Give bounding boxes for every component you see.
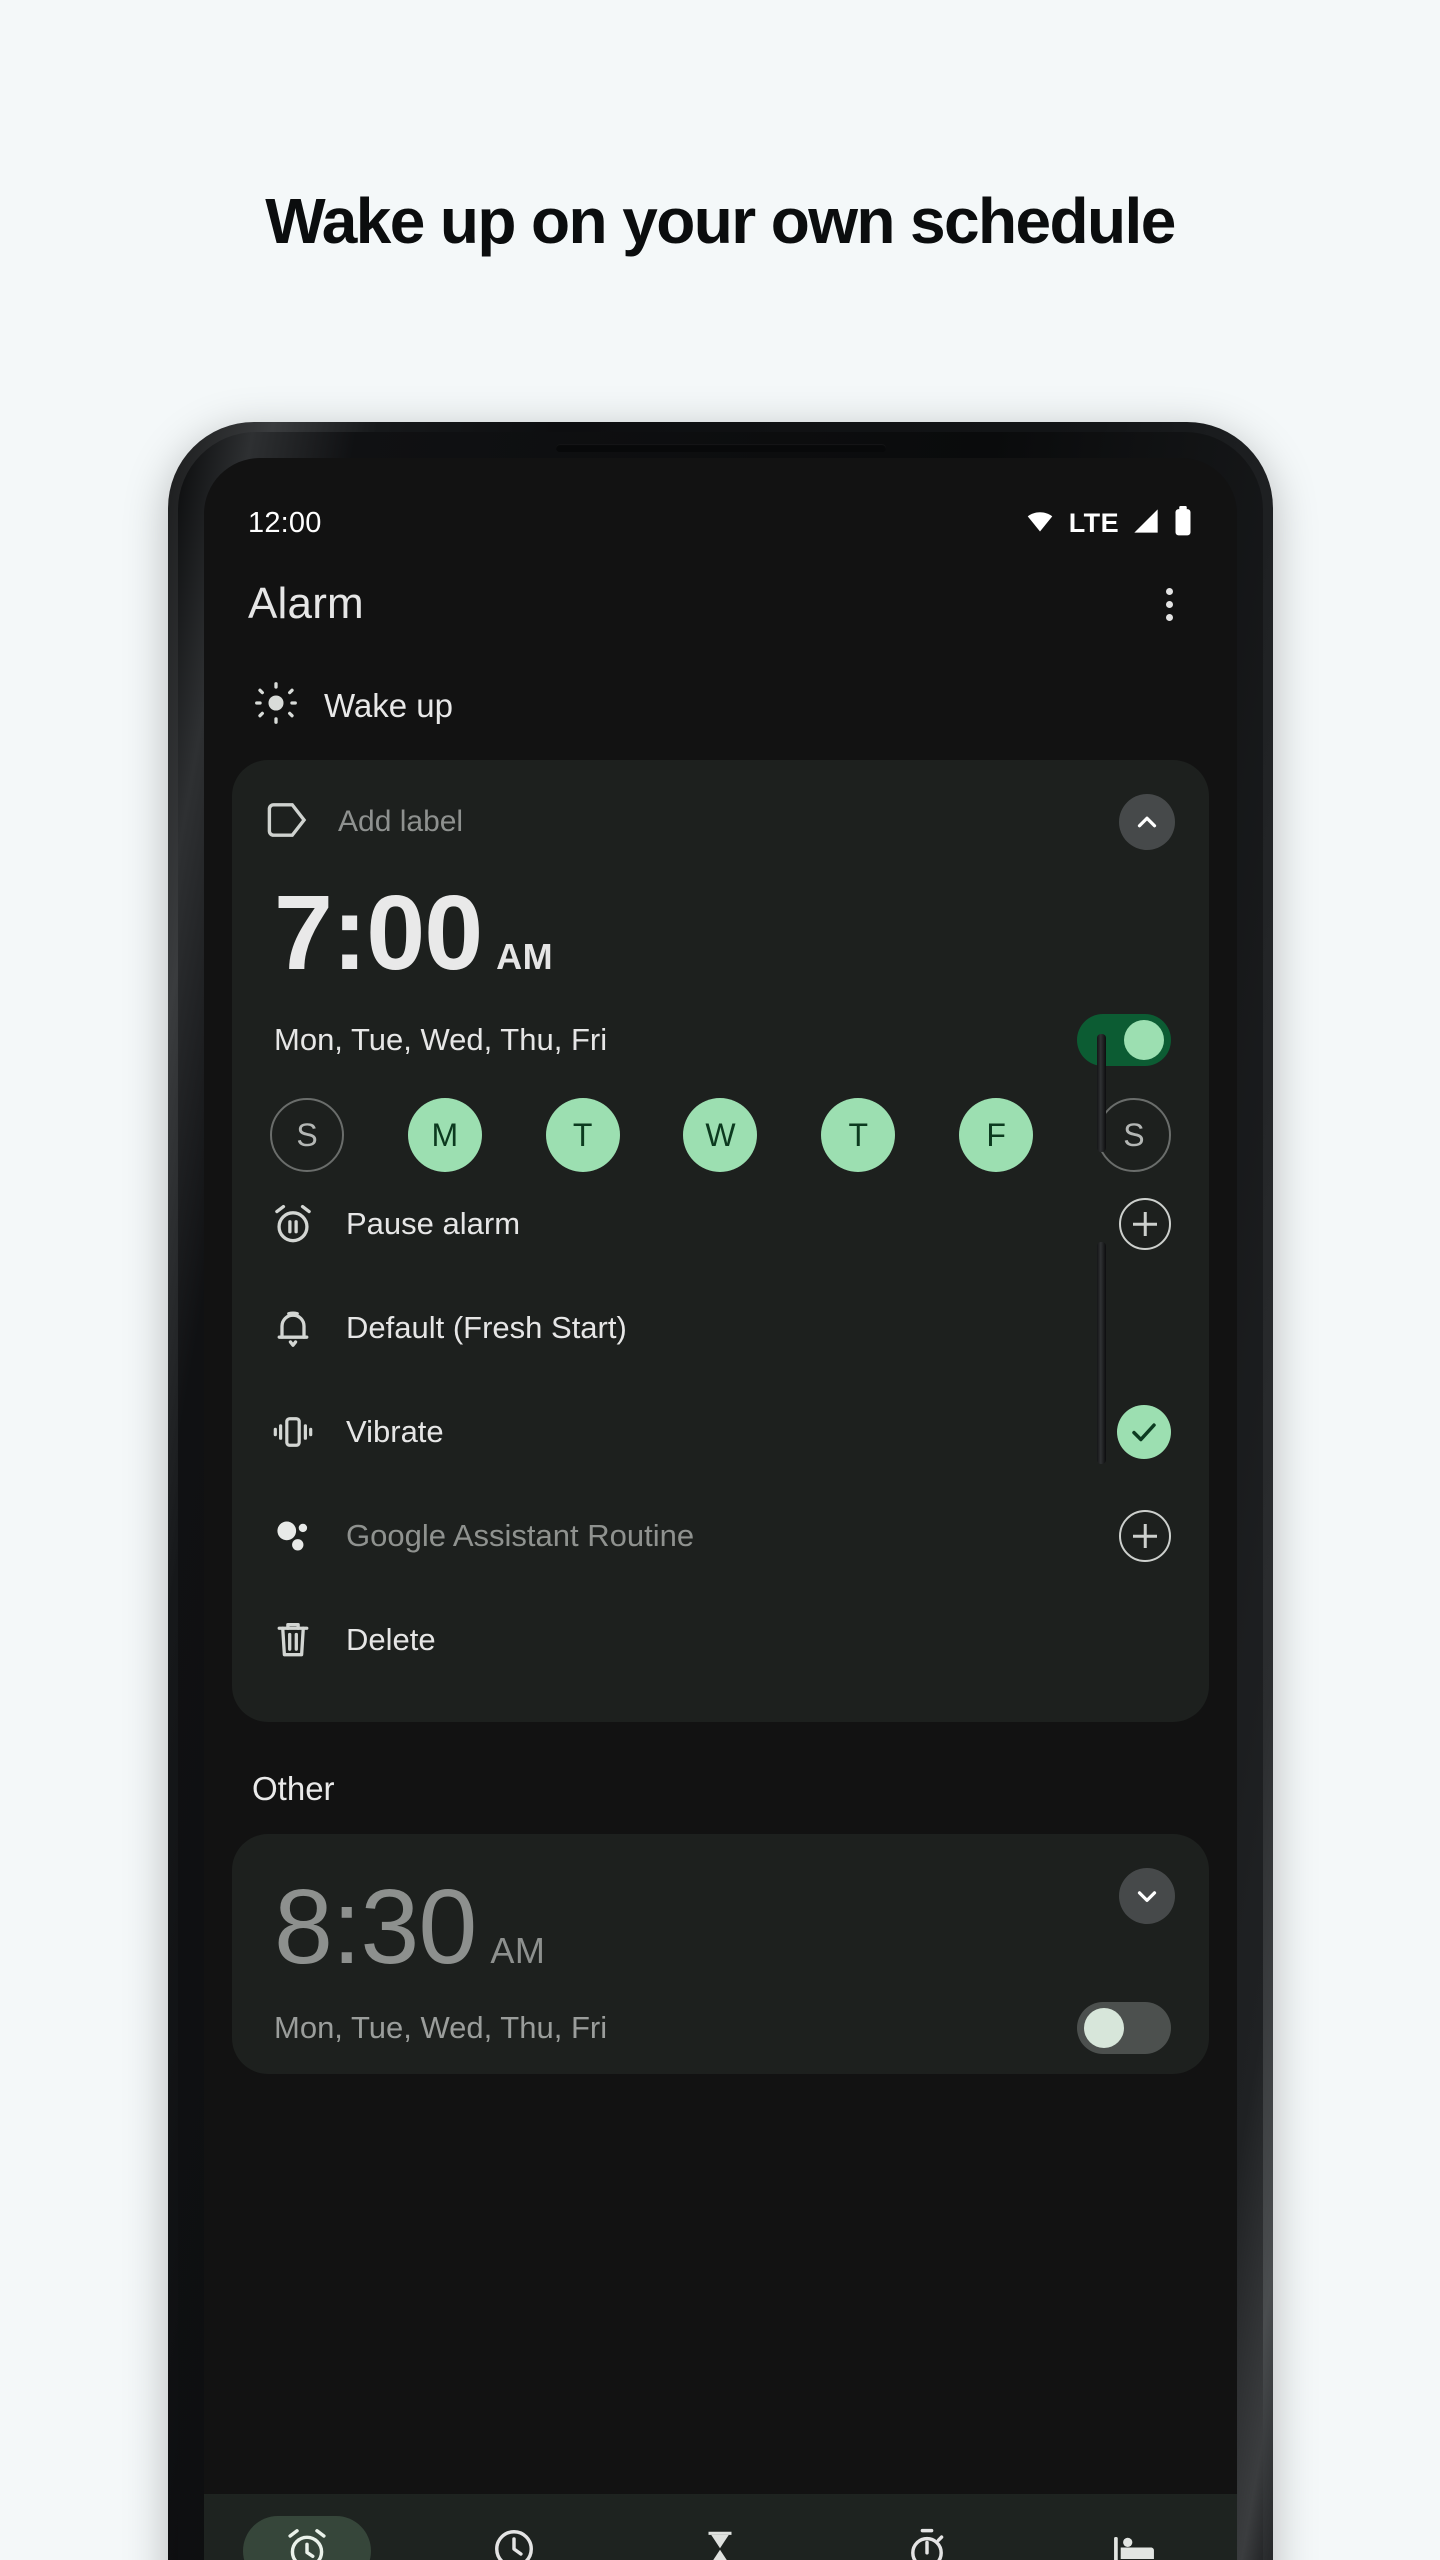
bottom-navigation: Alarm Clock (204, 2494, 1237, 2560)
day-chip-wednesday[interactable]: W (683, 1098, 758, 1172)
option-row-delete[interactable]: Delete (266, 1588, 1175, 1692)
alarm-icon (284, 2526, 330, 2560)
option-label: Pause alarm (346, 1206, 521, 1241)
day-chip-friday[interactable]: F (959, 1098, 1034, 1172)
vibrate-icon (270, 1409, 316, 1455)
option-label: Delete (346, 1622, 436, 1657)
signal-icon (1131, 507, 1161, 540)
nav-item-alarm[interactable]: Alarm (217, 2516, 397, 2560)
clock-icon (491, 2526, 537, 2560)
alarm-time-value: 8:30 (274, 1868, 477, 1986)
option-row-pause-alarm[interactable]: Pause alarm (266, 1172, 1175, 1276)
alarm-enabled-toggle[interactable] (1077, 1014, 1171, 1066)
section-label: Wake up (324, 686, 454, 724)
chevron-down-icon[interactable] (1119, 1868, 1175, 1924)
day-chip-monday[interactable]: M (407, 1098, 482, 1172)
option-row-ringtone[interactable]: Default (Fresh Start) (266, 1276, 1175, 1380)
phone-bezel: 12:00 LTE Alarm Wake up Add label 7:00 A… (178, 432, 1263, 2560)
alarm-collapsed-days-row: Mon, Tue, Wed, Thu, Fri (266, 2002, 1175, 2054)
stopwatch-icon (904, 2526, 950, 2560)
phone-frame: 12:00 LTE Alarm Wake up Add label 7:00 A… (168, 422, 1273, 2560)
alarm-time-ampm: AM (490, 1930, 546, 1971)
nav-item-timer[interactable]: Timer (630, 2516, 810, 2560)
page-title: Wake up on your own schedule (265, 185, 1176, 257)
promo-screenshot: Wake up on your own schedule 12:00 LTE A… (0, 0, 1440, 2560)
network-type: LTE (1068, 508, 1119, 538)
alarm-enabled-toggle[interactable] (1077, 2002, 1171, 2054)
app-bar: Alarm (204, 541, 1237, 629)
alarm-time-value: 7:00 (274, 874, 483, 992)
volume-button[interactable] (1097, 1242, 1106, 1464)
app-title: Alarm (248, 579, 364, 628)
alarm-time-ampm: AM (496, 936, 554, 977)
wifi-icon (1023, 507, 1057, 540)
nav-item-stopwatch[interactable]: Stopwatch (837, 2516, 1017, 2560)
power-button[interactable] (1097, 1034, 1106, 1152)
day-chip-thursday[interactable]: T (821, 1098, 896, 1172)
section-header-wake-up: Wake up (204, 629, 1237, 730)
sun-icon (254, 681, 298, 730)
bell-icon (270, 1305, 316, 1351)
section-header-other: Other (252, 1770, 335, 1807)
vibrate-enabled-check-icon[interactable] (1117, 1405, 1171, 1459)
chevron-up-icon[interactable] (1119, 794, 1175, 850)
nav-item-clock[interactable]: Clock (424, 2516, 604, 2560)
alarm-days-summary-row: Mon, Tue, Wed, Thu, Fri (266, 1014, 1175, 1066)
alarm-collapsed-header: 8:30 AM (266, 1868, 1175, 1980)
option-label: Vibrate (346, 1414, 444, 1449)
alarm-collapsed-time[interactable]: 8:30 AM (266, 1874, 545, 1980)
alarm-days-summary: Mon, Tue, Wed, Thu, Fri (274, 2010, 608, 2045)
add-label-placeholder: Add label (338, 805, 464, 838)
status-bar: 12:00 LTE (204, 458, 1237, 541)
alarm-pause-icon (270, 1201, 316, 1247)
add-pause-icon[interactable] (1119, 1198, 1171, 1250)
overflow-menu-icon[interactable] (1145, 580, 1193, 628)
day-chip-sunday[interactable]: S (270, 1098, 344, 1172)
phone-screen: 12:00 LTE Alarm Wake up Add label 7:00 A… (204, 458, 1237, 2560)
hourglass-icon (697, 2526, 743, 2560)
option-label: Default (Fresh Start) (346, 1310, 627, 1345)
status-icons: LTE (1023, 506, 1193, 541)
day-chip-saturday[interactable]: S (1096, 1098, 1171, 1172)
alarm-card-expanded: Add label 7:00 AM Mon, Tue, Wed, Thu, Fr… (232, 760, 1209, 1722)
add-routine-icon[interactable] (1119, 1510, 1171, 1562)
status-time: 12:00 (248, 507, 322, 539)
add-label-row[interactable]: Add label (266, 800, 463, 845)
option-label: Google Assistant Routine (346, 1518, 695, 1553)
earpiece-speaker (555, 444, 886, 452)
day-chip-tuesday[interactable]: T (545, 1098, 620, 1172)
trash-icon (270, 1617, 316, 1663)
assistant-icon (270, 1513, 316, 1559)
day-chip-row: S M T W T F S (266, 1098, 1175, 1172)
option-row-vibrate[interactable]: Vibrate (266, 1380, 1175, 1484)
battery-icon (1173, 506, 1193, 541)
alarm-card-collapsed[interactable]: 8:30 AM Mon, Tue, Wed, Thu, Fri (232, 1834, 1209, 2074)
nav-item-bedtime[interactable]: Bedtime (1044, 2516, 1224, 2560)
alarm-card-header: Add label (266, 794, 1175, 850)
alarm-time[interactable]: 7:00 AM (266, 880, 1175, 986)
tag-icon (266, 800, 310, 845)
option-row-assistant-routine[interactable]: Google Assistant Routine (266, 1484, 1175, 1588)
bed-icon (1110, 2526, 1158, 2560)
alarm-days-summary: Mon, Tue, Wed, Thu, Fri (274, 1022, 608, 1057)
